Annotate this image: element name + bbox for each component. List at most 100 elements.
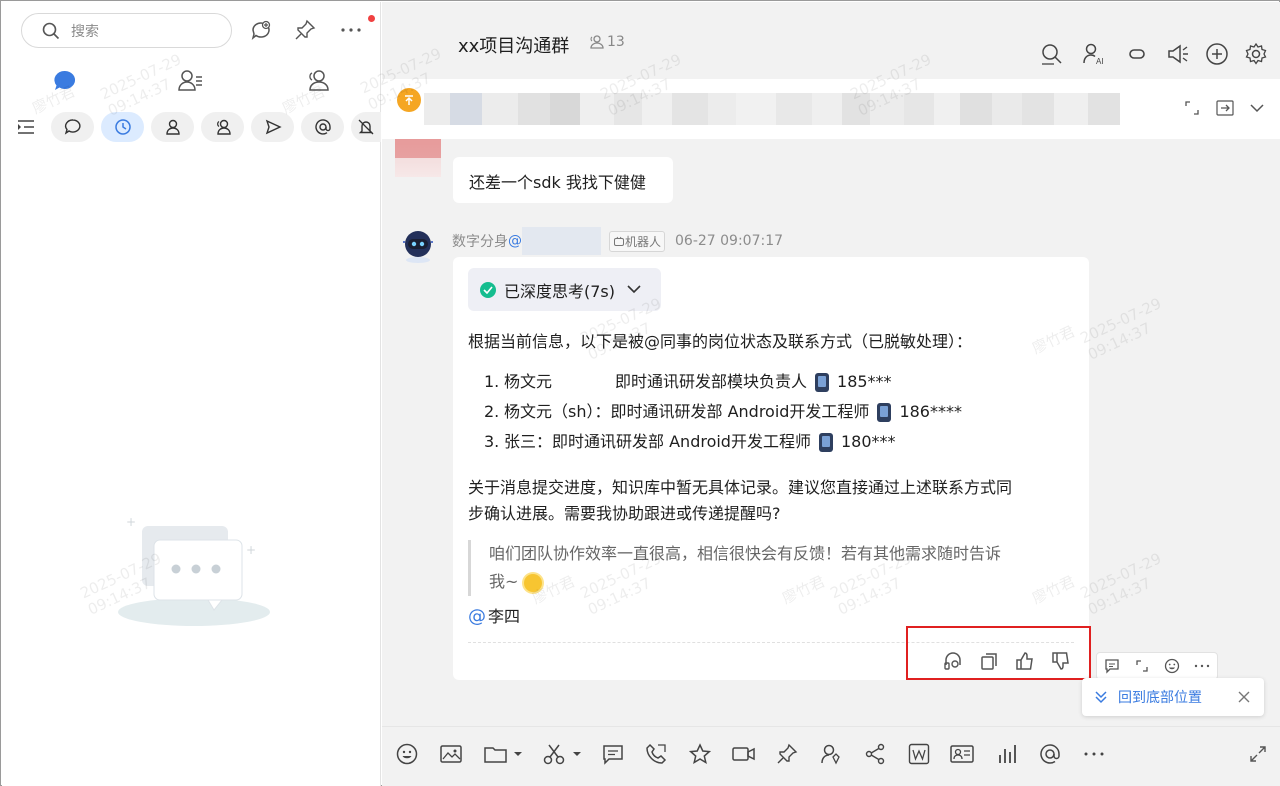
jump-to-icon[interactable] [1214, 97, 1236, 119]
item-number: 2. [484, 402, 500, 421]
item-number: 1. [484, 372, 500, 391]
sender-name[interactable]: 数字分身 [452, 231, 508, 251]
chat-title[interactable]: xx项目沟通群 [458, 32, 569, 58]
more-icon[interactable] [1194, 664, 1210, 668]
svg-text:+: + [246, 543, 256, 557]
at-icon[interactable] [1038, 742, 1062, 766]
contact-ai-icon[interactable] [819, 742, 843, 766]
svg-text:AI: AI [1096, 57, 1104, 66]
item-name: 张三： [504, 432, 553, 451]
item-phone: 185*** [837, 372, 892, 391]
filter-mention[interactable] [301, 112, 344, 142]
bot-avatar[interactable] [399, 227, 437, 265]
filter-recent[interactable] [101, 112, 144, 142]
announce-icon[interactable] [1164, 40, 1192, 68]
message-bubble[interactable]: 还差一个sdk 我找下健健 [453, 157, 673, 203]
robot-icon [614, 236, 624, 246]
screenshot-icon[interactable] [439, 742, 463, 766]
pin-icon[interactable] [292, 17, 318, 43]
redacted-name [522, 227, 601, 255]
pinned-message-bar[interactable] [382, 79, 1280, 139]
phone-icon[interactable] [644, 742, 668, 766]
search-icon [42, 22, 60, 39]
filter-chat[interactable] [51, 112, 94, 142]
highlight-box [906, 626, 1091, 680]
item-name: 杨文元（sh）： [504, 402, 611, 421]
quote-icon[interactable] [1134, 658, 1150, 674]
message-icon[interactable] [601, 742, 625, 766]
quote-block: 咱们团队协作效率一直很高，相信很快会有反馈！若有其他需求随时告诉 我~ [468, 540, 1058, 596]
share-icon[interactable] [863, 742, 887, 766]
card-icon[interactable] [950, 742, 974, 766]
check-circle-icon [480, 281, 496, 298]
expand-icon[interactable] [1246, 742, 1270, 766]
message-time: 06-27 09:07:17 [675, 233, 784, 249]
mention-name: 李四 [488, 607, 521, 626]
emoji-icon[interactable] [395, 742, 419, 766]
member-count-value: 13 [607, 34, 625, 50]
pin-icon[interactable] [775, 742, 799, 766]
phone-icon [818, 432, 833, 452]
avatar[interactable] [395, 139, 441, 177]
bot-message-card[interactable]: 已深度思考(7s) 根据当前信息，以下是被@同事的岗位状态及联系方式（已脱敏处理… [453, 257, 1089, 680]
search-history-icon[interactable] [1038, 40, 1066, 68]
item-name: 杨文元 [504, 372, 553, 391]
filter-group[interactable] [201, 112, 244, 142]
contacts-list-icon[interactable] [177, 68, 203, 94]
search-placeholder: 搜索 [71, 23, 99, 40]
at-symbol: @ [508, 233, 522, 249]
chevron-down-icon[interactable] [1246, 97, 1268, 119]
item-dept: 即时通讯研发部 Android开发工程师 [610, 402, 870, 421]
ai-user-icon[interactable]: AI [1081, 40, 1109, 68]
thinking-toggle[interactable]: 已深度思考(7s) [468, 268, 661, 311]
members-icon [590, 35, 604, 49]
expand-pin-icon[interactable] [1181, 97, 1203, 119]
item-phone: 186**** [899, 402, 962, 421]
toast-text: 回到底部位置 [1118, 690, 1202, 706]
item-number: 3. [484, 432, 500, 451]
more-icon[interactable] [1082, 742, 1106, 766]
item-dept: 即时通讯研发部 Android开发工程师 [552, 432, 811, 451]
emoji-icon[interactable] [1164, 658, 1180, 674]
search-box[interactable]: 搜索 [21, 13, 232, 48]
svg-text:+: + [126, 515, 136, 529]
mention-at: @ [468, 606, 486, 627]
filter-single[interactable] [151, 112, 194, 142]
quote-line-2: 我~ [489, 572, 519, 591]
scissors-icon[interactable] [542, 742, 586, 766]
phone-icon [877, 402, 892, 422]
phone-icon [815, 372, 830, 392]
folder-icon[interactable] [483, 742, 527, 766]
list-item: 1. 杨文元 即时通讯研发部模块负责人 185*** [484, 367, 962, 397]
quote-line-1: 咱们团队协作效率一直很高，相信很快会有反馈！若有其他需求随时告诉 [489, 544, 1002, 563]
doc-w-icon[interactable] [907, 742, 931, 766]
add-icon[interactable] [1203, 40, 1231, 68]
mention[interactable]: @ 李四 [468, 604, 520, 630]
mute-bell-icon [358, 119, 374, 135]
at-icon [314, 119, 331, 135]
sun-emoji-icon [524, 573, 543, 592]
chat-bubble-icon[interactable] [52, 68, 78, 94]
menu-toggle-icon[interactable] [16, 117, 38, 137]
comment-icon[interactable] [1104, 658, 1120, 674]
bot-message-meta: 数字分身 @ 机器人 06-27 09:07:17 [452, 227, 783, 255]
chat-panel: xx项目沟通群 13 AI 还差一个sdk 我找下健健 数字分身 @ 机器人 0… [382, 2, 1280, 786]
filter-sent[interactable] [251, 112, 294, 142]
member-count[interactable]: 13 [588, 34, 625, 50]
pinned-content-redacted [424, 93, 1154, 125]
group-users-icon [216, 119, 231, 135]
summary-line-2: 步确认进展。需要我协助跟进或传递提醒吗? [468, 504, 781, 523]
notification-dot [368, 15, 375, 22]
link-icon[interactable] [1123, 40, 1151, 68]
pin-up-icon[interactable] [397, 88, 421, 112]
filter-mute[interactable] [351, 112, 381, 142]
stats-icon[interactable] [995, 742, 1019, 766]
back-to-bottom-toast[interactable]: 回到底部位置 [1082, 678, 1264, 716]
close-icon[interactable] [1238, 691, 1250, 703]
video-icon[interactable] [732, 742, 756, 766]
group-icon[interactable] [304, 68, 330, 94]
star-icon[interactable] [688, 742, 712, 766]
settings-icon[interactable] [1242, 40, 1270, 68]
more-icon[interactable] [338, 17, 364, 43]
chat-plus-icon[interactable] [248, 17, 274, 43]
